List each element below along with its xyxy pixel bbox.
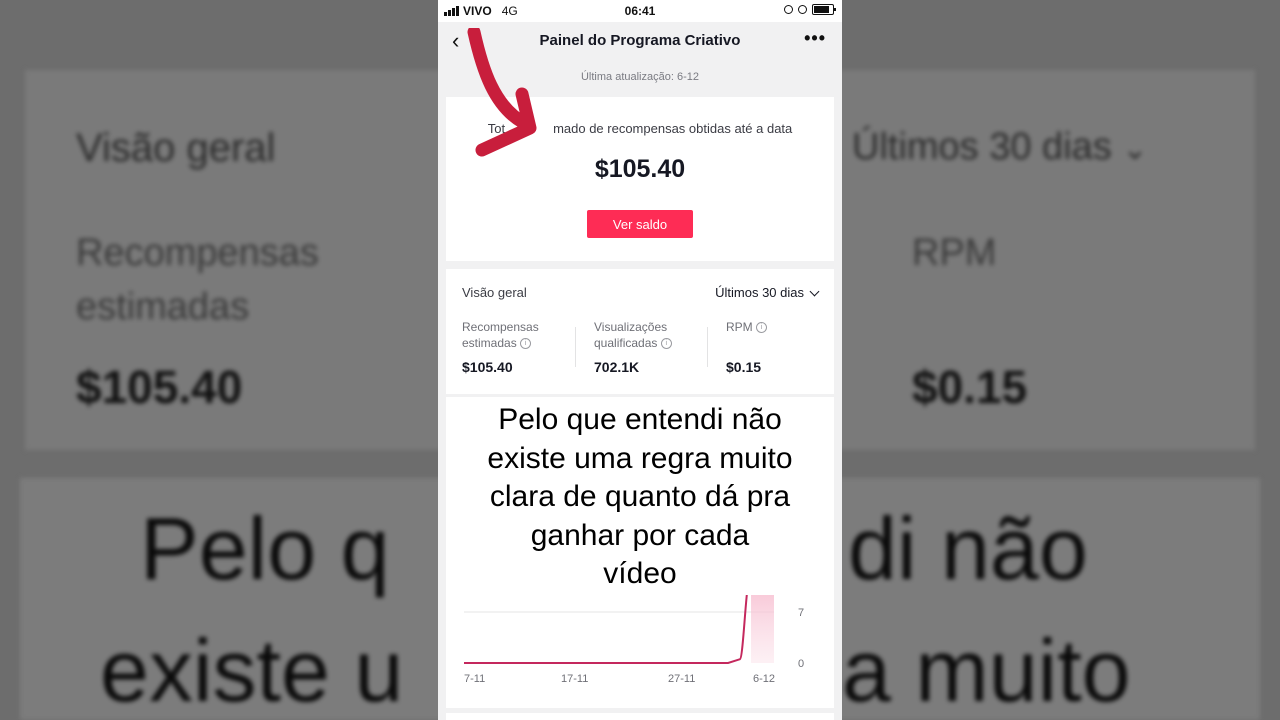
bg-metric-label-3: RPM: [912, 232, 997, 274]
bg-metric-label-1: Recompensas: [76, 232, 319, 274]
alarm-icon: [798, 5, 807, 14]
metric-qualified-views[interactable]: Visualizações qualificadas i 702.1K: [594, 319, 694, 375]
metric-rpm[interactable]: RPM i $0.15: [726, 319, 806, 375]
metric-value: $105.40: [462, 359, 513, 375]
bg-overview-title: Visão geral: [76, 126, 276, 170]
orientation-lock-icon: [784, 5, 793, 14]
bg-caption-left-1: Pelo q: [140, 499, 390, 598]
more-horizontal-icon: •••: [804, 28, 826, 48]
x-tick-label: 17-11: [561, 673, 588, 685]
bg-caption-left-2: existe u: [100, 621, 404, 720]
metric-divider: [575, 327, 576, 367]
x-tick-label: 7-11: [464, 673, 485, 685]
y-tick-label: 7: [798, 607, 804, 619]
metric-value: $0.15: [726, 359, 762, 375]
caption-line: vídeo: [603, 557, 677, 590]
caption-text: Pelo que entendi não existe uma regra mu…: [446, 401, 834, 594]
chart-area: [751, 561, 774, 663]
bg-metric-label-2: estimadas: [76, 286, 250, 328]
x-tick-label: 27-11: [668, 673, 695, 685]
metric-value: 702.1K: [594, 359, 640, 375]
caption-line: Pelo que entendi não: [498, 403, 782, 436]
clock: 06:41: [624, 4, 656, 18]
bg-metric-value-1: $105.40: [76, 361, 243, 413]
caption-line: existe uma regra muito: [487, 441, 793, 475]
bg-caption-right-1: di não: [848, 499, 1088, 598]
metric-label: RPM: [726, 320, 753, 334]
metric-label: Visualizações qualificadas: [594, 320, 668, 350]
bg-caption-right-2: a muito: [842, 621, 1131, 720]
x-tick-label: 6-12: [753, 673, 775, 685]
info-icon[interactable]: i: [756, 322, 768, 334]
bg-period: Últimos 30 dias ⌄: [852, 126, 1148, 168]
status-bar: VIVO 4G 06:41: [438, 0, 842, 22]
next-card: [446, 713, 834, 720]
overview-title: Visão geral: [462, 285, 527, 300]
chart-card: 7 0 7-11 17-11 27-11 6-12: [446, 560, 834, 708]
battery-icon: [812, 4, 836, 15]
red-arrow-annotation: [467, 28, 537, 157]
bg-metric-value-3: $0.15: [912, 361, 1028, 413]
overview-card: Visão geral Últimos 30 dias Recompensas …: [446, 269, 834, 394]
period-label: Últimos 30 dias: [715, 285, 804, 300]
info-icon[interactable]: i: [520, 338, 532, 350]
video-caption-overlay: Pelo que entendi não existe uma regra mu…: [446, 397, 834, 595]
metric-divider: [707, 327, 708, 367]
more-options-button[interactable]: •••: [804, 28, 826, 49]
y-tick-label: 0: [798, 658, 804, 670]
metric-estimated-rewards[interactable]: Recompensas estimadas i $105.40: [462, 319, 562, 375]
period-dropdown[interactable]: Últimos 30 dias: [715, 285, 820, 300]
series-line: [464, 560, 774, 664]
view-balance-button[interactable]: Ver saldo: [587, 210, 693, 238]
chevron-down-icon: [809, 286, 820, 296]
caption-line: ganhar por cada: [530, 518, 750, 552]
info-icon[interactable]: i: [660, 338, 672, 350]
earnings-chart: 7 0 7-11 17-11 27-11 6-12: [464, 560, 804, 685]
caption-line: clara de quanto dá pra: [489, 480, 791, 513]
